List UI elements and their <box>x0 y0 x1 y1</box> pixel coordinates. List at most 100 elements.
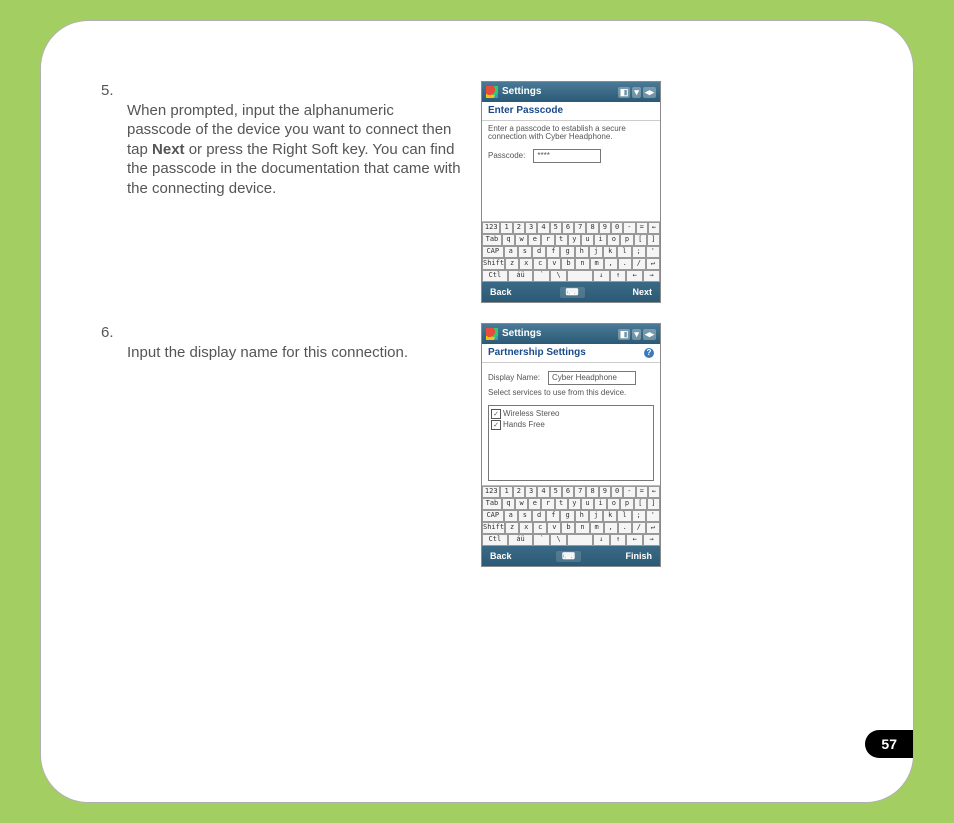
key[interactable]: b <box>561 258 575 270</box>
key[interactable]: / <box>632 258 646 270</box>
key[interactable]: o <box>607 498 620 510</box>
help-icon[interactable]: ? <box>644 348 654 358</box>
softkey-mid-icon[interactable]: ⌨ <box>560 287 585 298</box>
service-item[interactable]: ✓Wireless Stereo <box>491 409 651 419</box>
key[interactable]: = <box>636 486 648 498</box>
key[interactable]: ↵ <box>646 522 660 534</box>
key[interactable]: p <box>620 498 633 510</box>
key[interactable]: → <box>643 270 660 282</box>
key[interactable]: v <box>547 522 561 534</box>
key[interactable]: r <box>541 498 554 510</box>
key[interactable]: q <box>502 234 515 246</box>
key[interactable]: ↑ <box>610 534 627 546</box>
key[interactable]: d <box>532 246 546 258</box>
key[interactable]: áü <box>508 270 534 282</box>
key[interactable]: h <box>575 246 589 258</box>
key[interactable]: 4 <box>537 222 549 234</box>
key[interactable]: ↑ <box>610 270 627 282</box>
key[interactable]: . <box>618 522 632 534</box>
softkey-back[interactable]: Back <box>490 288 512 297</box>
softkey-next[interactable]: Next <box>632 288 652 297</box>
key[interactable]: Shift <box>482 522 505 534</box>
key[interactable]: 0 <box>611 486 623 498</box>
key[interactable]: ' <box>646 246 660 258</box>
key[interactable]: x <box>519 522 533 534</box>
key[interactable]: 1 <box>500 222 512 234</box>
key[interactable]: u <box>581 234 594 246</box>
key[interactable]: . <box>618 258 632 270</box>
key[interactable]: 2 <box>513 222 525 234</box>
passcode-input[interactable]: **** <box>533 149 601 163</box>
key[interactable]: / <box>632 522 646 534</box>
key[interactable]: ] <box>647 498 660 510</box>
key[interactable]: x <box>519 258 533 270</box>
softkey-back[interactable]: Back <box>490 552 512 561</box>
service-item[interactable]: ✓Hands Free <box>491 420 651 430</box>
key[interactable]: 123 <box>482 222 500 234</box>
key[interactable]: Tab <box>482 234 502 246</box>
checkbox-icon[interactable]: ✓ <box>491 409 501 419</box>
key[interactable]: r <box>541 234 554 246</box>
key[interactable]: ' <box>646 510 660 522</box>
key[interactable]: - <box>623 222 635 234</box>
key[interactable]: j <box>589 510 603 522</box>
key[interactable]: a <box>504 246 518 258</box>
key[interactable]: 7 <box>574 222 586 234</box>
key[interactable] <box>567 534 593 546</box>
key[interactable]: t <box>555 234 568 246</box>
displayname-input[interactable]: Cyber Headphone <box>548 371 636 385</box>
key[interactable]: CAP <box>482 246 504 258</box>
key[interactable]: , <box>604 258 618 270</box>
key[interactable]: n <box>575 258 589 270</box>
key[interactable]: n <box>575 522 589 534</box>
checkbox-icon[interactable]: ✓ <box>491 420 501 430</box>
key[interactable]: = <box>636 222 648 234</box>
key[interactable]: ; <box>632 246 646 258</box>
key[interactable]: ← <box>648 486 660 498</box>
key[interactable]: v <box>547 258 561 270</box>
on-screen-keyboard[interactable]: 1231234567890-=←Tabqwertyuiop[]CAPasdfgh… <box>482 221 660 282</box>
key[interactable]: d <box>532 510 546 522</box>
softkey-mid-icon[interactable]: ⌨ <box>556 551 581 562</box>
key[interactable]: 2 <box>513 486 525 498</box>
key[interactable]: i <box>594 498 607 510</box>
key[interactable]: 8 <box>586 486 598 498</box>
key[interactable]: y <box>568 234 581 246</box>
key[interactable]: 9 <box>599 486 611 498</box>
key[interactable]: u <box>581 498 594 510</box>
key[interactable]: l <box>617 246 631 258</box>
key[interactable]: f <box>546 510 560 522</box>
key[interactable]: 6 <box>562 486 574 498</box>
key[interactable]: m <box>590 258 604 270</box>
on-screen-keyboard[interactable]: 1231234567890-=←Tabqwertyuiop[]CAPasdfgh… <box>482 485 660 546</box>
key[interactable]: 7 <box>574 486 586 498</box>
key[interactable]: l <box>617 510 631 522</box>
key[interactable]: 4 <box>537 486 549 498</box>
key[interactable]: , <box>604 522 618 534</box>
key[interactable] <box>567 270 593 282</box>
key[interactable]: → <box>643 534 660 546</box>
key[interactable]: Ctl <box>482 270 508 282</box>
key[interactable]: a <box>504 510 518 522</box>
key[interactable]: b <box>561 522 575 534</box>
key[interactable]: j <box>589 246 603 258</box>
key[interactable]: 123 <box>482 486 500 498</box>
key[interactable]: ; <box>632 510 646 522</box>
key[interactable]: e <box>528 234 541 246</box>
key[interactable]: [ <box>634 498 647 510</box>
key[interactable]: s <box>518 246 532 258</box>
key[interactable]: c <box>533 522 547 534</box>
key[interactable]: 3 <box>525 486 537 498</box>
key[interactable]: 0 <box>611 222 623 234</box>
key[interactable]: ↵ <box>646 258 660 270</box>
key[interactable]: ← <box>626 534 643 546</box>
key[interactable]: CAP <box>482 510 504 522</box>
key[interactable]: o <box>607 234 620 246</box>
key[interactable]: ← <box>648 222 660 234</box>
key[interactable]: q <box>502 498 515 510</box>
key[interactable]: ` <box>533 270 550 282</box>
key[interactable]: g <box>560 510 574 522</box>
key[interactable]: z <box>505 258 519 270</box>
key[interactable]: ↓ <box>593 534 610 546</box>
key[interactable]: f <box>546 246 560 258</box>
